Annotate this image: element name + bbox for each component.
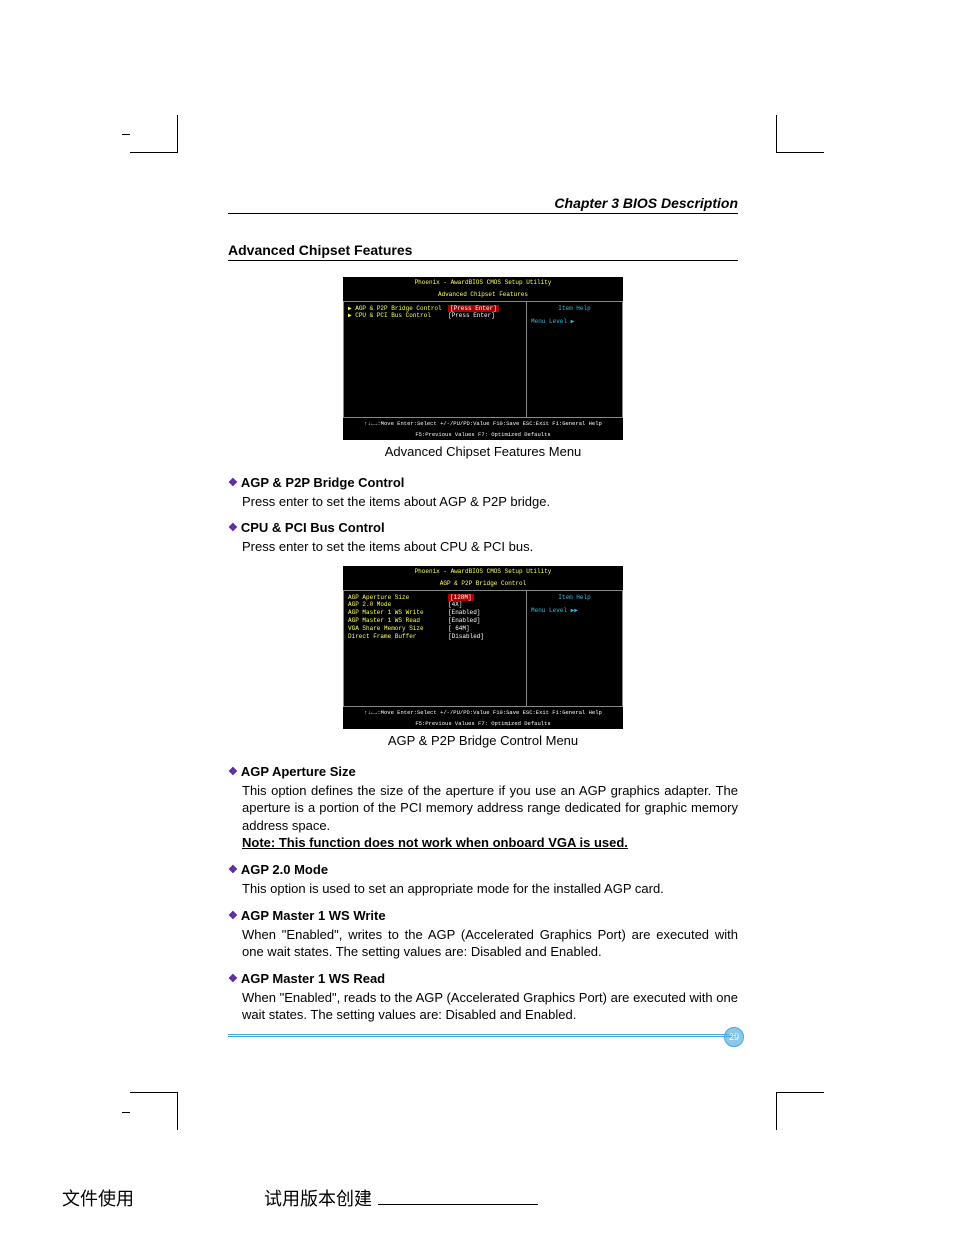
bios2-row1-label: AGP 2.0 Mode [348, 601, 448, 609]
bios1-row0-value: [Press Enter] [448, 305, 499, 313]
bios1-left-panel: ▶ AGP & P2P Bridge Control[Press Enter] … [344, 302, 526, 417]
item5-head: AGP Master 1 WS Write [241, 908, 386, 923]
bios2-right-panel: Item Help Menu Level ▶▶ [526, 591, 622, 706]
crop-mark-tl [130, 115, 178, 153]
bios2-row5-label: Direct Frame Buffer [348, 633, 448, 641]
bios1-help-title: Item Help [531, 305, 618, 313]
bios-screenshot-2: Phoenix - AwardBIOS CMOS Setup Utility A… [343, 566, 623, 729]
page-number: 29 [724, 1027, 744, 1047]
diamond-icon: ❖ [228, 477, 238, 489]
bios2-row2-value: [Enabled] [448, 609, 480, 617]
section-title: Advanced Chipset Features [228, 242, 738, 261]
page-rule [228, 1034, 738, 1037]
bios1-footer1: ↑↓←→:Move Enter:Select +/-/PU/PD:Value F… [343, 418, 623, 429]
crop-mark-bl [130, 1092, 178, 1130]
bios2-help-line: Menu Level ▶▶ [531, 607, 618, 615]
item1-head: AGP & P2P Bridge Control [241, 475, 405, 490]
item-agp-2-0-mode: ❖AGP 2.0 Mode This option is used to set… [228, 862, 738, 898]
bios1-help-line: Menu Level ▶ [531, 318, 618, 326]
bios2-row0-value: [128M] [448, 594, 474, 602]
diamond-icon: ❖ [228, 973, 238, 985]
footer-line [378, 1204, 538, 1205]
chapter-header: Chapter 3 BIOS Description [228, 195, 738, 214]
bios1-row0-label: ▶ AGP & P2P Bridge Control [348, 305, 448, 313]
item-agp-p2p-bridge: ❖AGP & P2P Bridge Control Press enter to… [228, 475, 738, 511]
diamond-icon: ❖ [228, 766, 238, 778]
bios2-left-panel: AGP Aperture Size[128M] AGP 2.0 Mode[4X]… [344, 591, 526, 706]
bios2-row5-value: [Disabled] [448, 633, 484, 641]
bios2-title1: Phoenix - AwardBIOS CMOS Setup Utility [343, 566, 623, 578]
footer-text-a: 文件使用 [62, 1185, 134, 1211]
bios2-row3-label: AGP Master 1 WS Read [348, 617, 448, 625]
bios2-row3-value: [Enabled] [448, 617, 480, 625]
page-number-badge: 29 [724, 1027, 744, 1047]
bios1-right-panel: Item Help Menu Level ▶ [526, 302, 622, 417]
item3-note: Note: This function does not work when o… [242, 835, 628, 850]
item6-head: AGP Master 1 WS Read [241, 971, 385, 986]
item1-body: Press enter to set the items about AGP &… [228, 493, 738, 511]
item2-body: Press enter to set the items about CPU &… [228, 538, 738, 556]
item3-head: AGP Aperture Size [241, 764, 356, 779]
item-agp-aperture-size: ❖AGP Aperture Size This option defines t… [228, 764, 738, 852]
footer-text-b: 试用版本创建 [264, 1185, 372, 1211]
item5-body: When "Enabled", writes to the AGP (Accel… [228, 926, 738, 961]
bios-screenshot-1: Phoenix - AwardBIOS CMOS Setup Utility A… [343, 277, 623, 440]
item4-head: AGP 2.0 Mode [241, 862, 328, 877]
bios2-row0-label: AGP Aperture Size [348, 594, 448, 602]
diamond-icon: ❖ [228, 910, 238, 922]
item2-head: CPU & PCI Bus Control [241, 520, 385, 535]
bios2-caption: AGP & P2P Bridge Control Menu [228, 733, 738, 748]
watermark-footer: 文件使用 试用版本创建 [0, 1185, 954, 1211]
bios1-caption: Advanced Chipset Features Menu [228, 444, 738, 459]
page-content: Chapter 3 BIOS Description Advanced Chip… [228, 195, 738, 1037]
item3-body: This option defines the size of the aper… [242, 783, 738, 833]
diamond-icon: ❖ [228, 864, 238, 876]
bios1-title2: Advanced Chipset Features [343, 289, 623, 301]
bios1-title1: Phoenix - AwardBIOS CMOS Setup Utility [343, 277, 623, 289]
diamond-icon: ❖ [228, 522, 238, 534]
item-cpu-pci-bus: ❖CPU & PCI Bus Control Press enter to se… [228, 520, 738, 556]
bios2-row4-label: VGA Share Memory Size [348, 625, 448, 633]
bios1-row1-label: ▶ CPU & PCI Bus Control [348, 312, 448, 320]
bios1-row1-value: [Press Enter] [448, 312, 495, 320]
bios1-footer2: F5:Previous Values F7: Optimized Default… [343, 429, 623, 440]
item-agp-master-1-ws-write: ❖AGP Master 1 WS Write When "Enabled", w… [228, 908, 738, 961]
crop-mark-tr [776, 115, 824, 153]
bios2-row2-label: AGP Master 1 WS Write [348, 609, 448, 617]
bios2-title2: AGP & P2P Bridge Control [343, 578, 623, 590]
item-agp-master-1-ws-read: ❖AGP Master 1 WS Read When "Enabled", re… [228, 971, 738, 1024]
bios2-help-title: Item Help [531, 594, 618, 602]
item4-body: This option is used to set an appropriat… [228, 880, 738, 898]
bios2-row4-value: [ 64M] [448, 625, 470, 633]
bios2-footer2: F5:Previous Values F7: Optimized Default… [343, 718, 623, 729]
item6-body: When "Enabled", reads to the AGP (Accele… [228, 989, 738, 1024]
bios2-footer1: ↑↓←→:Move Enter:Select +/-/PU/PD:Value F… [343, 707, 623, 718]
bios2-row1-value: [4X] [448, 601, 462, 609]
crop-mark-br [776, 1092, 824, 1130]
